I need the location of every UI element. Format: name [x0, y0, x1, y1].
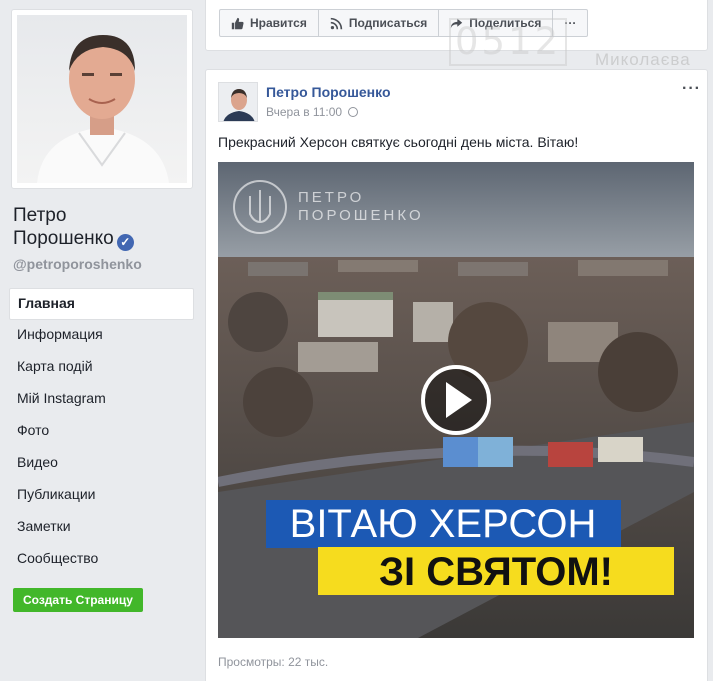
page-sidebar: Петро Порошенко ✓ @petroporoshenko Главна… [0, 0, 200, 681]
person-portrait-icon [37, 35, 169, 183]
post-author-avatar[interactable] [218, 82, 258, 122]
subscribe-button[interactable]: Подписаться [319, 10, 440, 36]
post-text: Прекрасний Херсон святкує сьогодні день … [218, 134, 579, 150]
page-handle[interactable]: @petroporoshenko [13, 256, 142, 272]
page-name-line1: Петро [13, 205, 67, 226]
verified-badge-icon: ✓ [116, 234, 134, 251]
page-name[interactable]: Петро Порошенко ✓ [13, 204, 193, 251]
nav-item-videos[interactable]: Видео [9, 448, 194, 480]
page-name-line2: Порошенко [13, 228, 114, 249]
rss-icon [330, 17, 343, 29]
nav-item-events-map[interactable]: Карта подій [9, 352, 194, 384]
video-views: Просмотры: 22 тыс. [218, 655, 329, 669]
nav-item-instagram[interactable]: Мій Instagram [9, 384, 194, 416]
video-banner-line2: ЗІ СВЯТОМ! [379, 550, 613, 594]
post-options-button[interactable]: ··· [682, 80, 701, 98]
video-banner-line1: ВІТАЮ ХЕРСОН [290, 502, 597, 546]
post-card: Петро Порошенко Вчера в 11:00 ··· Прекра… [205, 69, 708, 681]
profile-picture[interactable] [11, 9, 193, 189]
post-author-name[interactable]: Петро Порошенко [266, 84, 391, 100]
video-logo-line2: ПОРОШЕНКО [298, 207, 424, 224]
author-avatar-icon [219, 83, 257, 121]
video-logo-line1: ПЕТРО [298, 189, 364, 206]
nav-item-community[interactable]: Сообщество [9, 544, 194, 576]
nav-item-notes[interactable]: Заметки [9, 512, 194, 544]
like-label: Нравится [250, 16, 307, 30]
globe-icon [348, 107, 359, 117]
video-thumbnail: ПЕТРО ПОРОШЕНКО ВІТАЮ ХЕРСОН ЗІ СВЯТОМ! [218, 162, 694, 638]
profile-photo[interactable] [17, 15, 187, 183]
create-page-button[interactable]: Создать Страницу [13, 588, 143, 612]
post-meta: Вчера в 11:00 [266, 105, 359, 119]
video-player[interactable]: ПЕТРО ПОРОШЕНКО ВІТАЮ ХЕРСОН ЗІ СВЯТОМ! [218, 162, 694, 638]
like-button[interactable]: Нравится [220, 10, 319, 36]
nav-item-photos[interactable]: Фото [9, 416, 194, 448]
watermark-city: Миколаєва [595, 50, 691, 69]
nav-item-home[interactable]: Главная [9, 288, 194, 320]
watermark-number: 0512 [449, 18, 568, 66]
nav-item-about[interactable]: Информация [9, 320, 194, 352]
thumbs-up-icon [231, 17, 244, 29]
post-timestamp[interactable]: Вчера в 11:00 [266, 105, 342, 119]
subscribe-label: Подписаться [348, 16, 428, 30]
nav-item-posts[interactable]: Публикации [9, 480, 194, 512]
sidebar-nav: Главная Информация Карта подій Мій Insta… [9, 288, 194, 576]
